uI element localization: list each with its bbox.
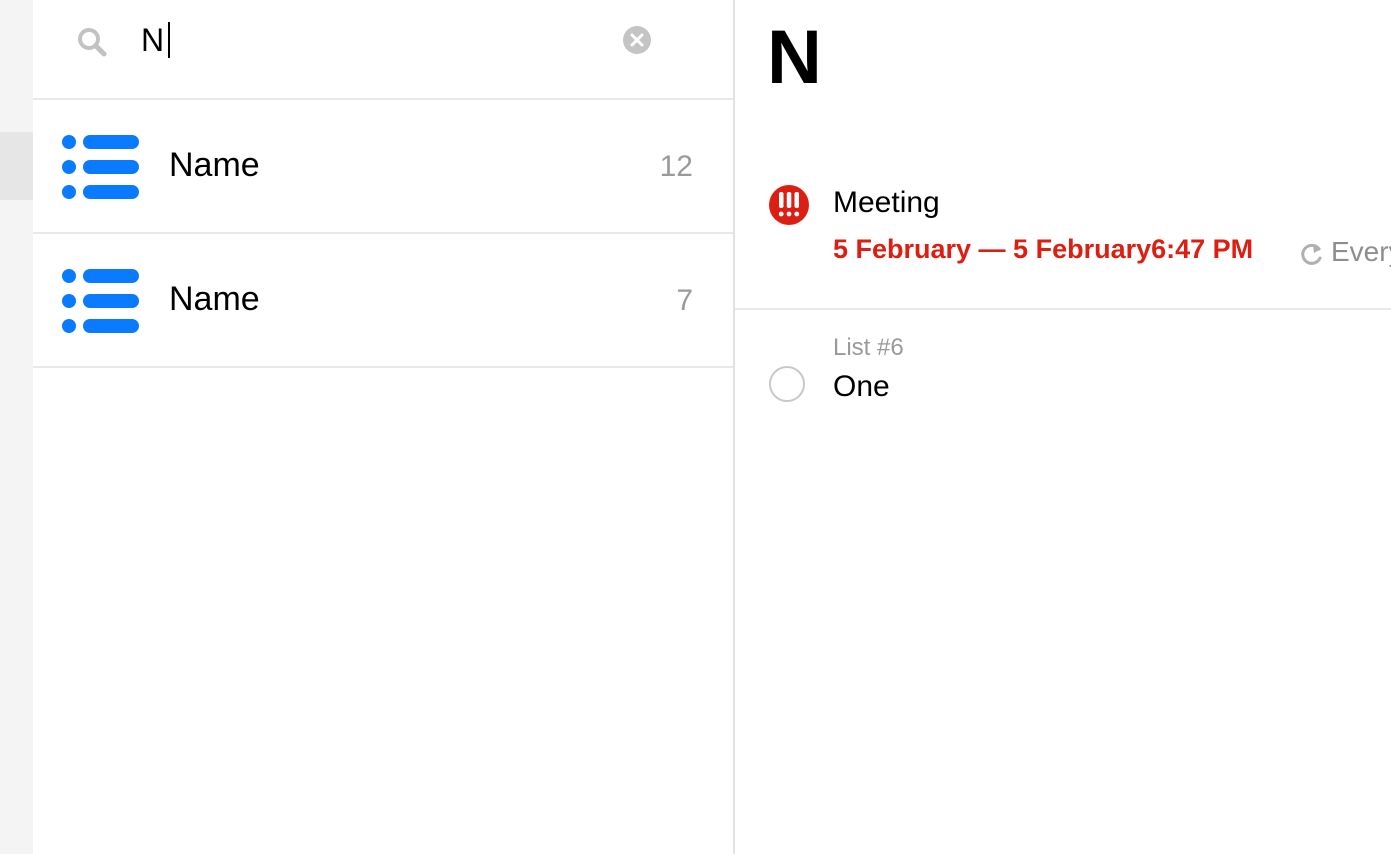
repeat-label: Every	[1331, 236, 1391, 267]
repeat-icon	[1301, 243, 1322, 265]
result-count: 12	[659, 150, 693, 183]
detail-pane: N Meeting 5 February — 5 February6:47 PM…	[735, 0, 1391, 854]
list-bullets-icon	[62, 269, 139, 333]
search-result-row[interactable]: Name 7	[33, 234, 733, 368]
search-results-panel: Name 12 Name 7	[33, 0, 733, 854]
list-bullets-icon	[62, 135, 139, 199]
search-input[interactable]	[141, 20, 601, 60]
result-name: Name	[169, 146, 260, 184]
reminder-item[interactable]: Meeting 5 February — 5 February6:47 PM E…	[735, 160, 1391, 310]
completion-checkbox[interactable]	[769, 366, 805, 402]
clear-search-icon[interactable]	[622, 25, 652, 55]
sidebar-edge	[0, 0, 33, 854]
result-count: 7	[676, 284, 693, 317]
reminder-item[interactable]: List #6 One	[735, 310, 1391, 430]
high-priority-icon[interactable]	[768, 184, 810, 226]
list-title: N	[767, 15, 822, 100]
search-result-row[interactable]: Name 12	[33, 100, 733, 234]
result-name: Name	[169, 280, 260, 318]
search-icon	[78, 28, 107, 57]
reminder-list-name: List #6	[833, 334, 904, 361]
sidebar-selected-item[interactable]	[0, 132, 33, 200]
reminder-title[interactable]: One	[833, 370, 890, 404]
search-bar	[33, 0, 733, 100]
text-caret	[168, 22, 170, 58]
reminder-title[interactable]: Meeting	[833, 186, 940, 220]
reminder-due-date: 5 February — 5 February6:47 PM	[833, 234, 1254, 264]
